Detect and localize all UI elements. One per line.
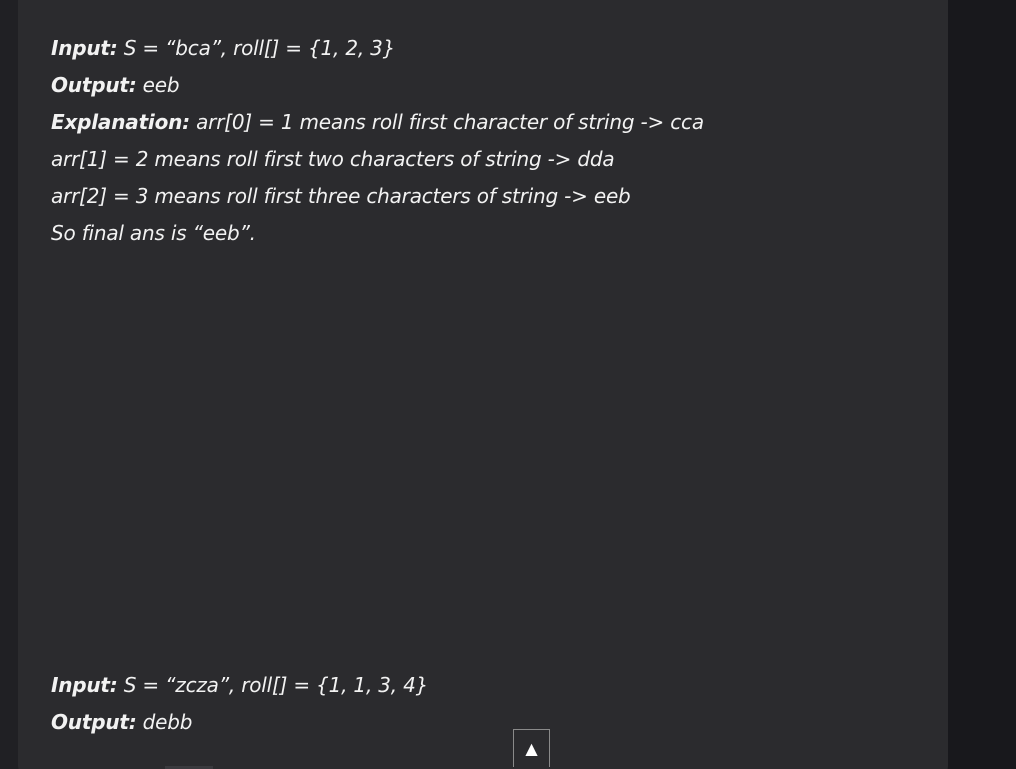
output-label: Output: [51,710,137,734]
output-value: eeb [136,73,180,97]
example-1-explanation-line: Explanation: arr[0] = 1 means roll first… [51,104,931,141]
explanation-line: arr[1] = 2 means roll first two characte… [51,147,615,171]
explanation-line: arr[2] = 3 means roll first three charac… [51,184,631,208]
explanation-label: Explanation: [51,110,190,134]
input-value: S = “bca”, roll[] = {1, 2, 3} [117,36,396,60]
arrow-up-icon: ▲ [525,739,538,758]
example-2: Input: S = “zcza”, roll[] = {1, 1, 3, 4}… [51,667,931,741]
example-1: Input: S = “bca”, roll[] = {1, 2, 3} Out… [51,30,931,252]
input-label: Input: [51,673,118,697]
scroll-to-top-button[interactable]: ▲ [513,729,550,767]
example-2-input-line: Input: S = “zcza”, roll[] = {1, 1, 3, 4} [51,667,931,704]
left-sidebar-strip [0,0,18,769]
input-label: Input: [51,36,118,60]
output-value: debb [136,710,193,734]
page: Input: S = “bca”, roll[] = {1, 2, 3} Out… [0,0,1016,769]
explanation-line: So final ans is “eeb”. [51,221,256,245]
example-1-output-line: Output: eeb [51,67,931,104]
example-1-input-line: Input: S = “bca”, roll[] = {1, 2, 3} [51,30,931,67]
input-value: S = “zcza”, roll[] = {1, 1, 3, 4} [117,673,429,697]
explanation-text: arr[0] = 1 means roll first character of… [189,110,704,134]
example-2-output-line: Output: debb [51,704,931,741]
output-label: Output: [51,73,137,97]
